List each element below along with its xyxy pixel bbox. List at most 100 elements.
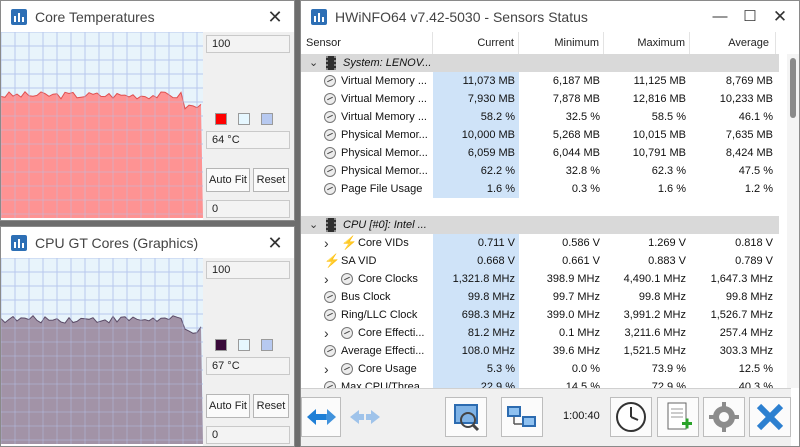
- sensor-label: Bus Clock: [341, 291, 391, 303]
- reset-button[interactable]: Reset: [253, 394, 289, 418]
- close-icon[interactable]: ✕: [264, 232, 286, 254]
- network-button[interactable]: [501, 397, 543, 437]
- sensor-label: Physical Memor...: [341, 147, 428, 159]
- sensors-titlebar[interactable]: HWiNFO64 v7.42-5030 - Sensors Status — ☐…: [301, 1, 799, 32]
- sensor-row[interactable]: Page File Usage 1.6 % 0.3 % 1.6 % 1.2 %: [301, 180, 779, 198]
- column-header-minimum[interactable]: Minimum: [519, 32, 604, 54]
- sensor-row[interactable]: Virtual Memory ... 11,073 MB 6,187 MB 11,12…: [301, 72, 779, 90]
- sensor-max-value: 10,791 MB: [632, 147, 686, 159]
- sensor-label: Virtual Memory ...: [341, 93, 427, 105]
- vertical-scrollbar[interactable]: [787, 54, 799, 388]
- sensor-current-value: 1,321.8 MHz: [433, 270, 519, 288]
- gauge-icon: [324, 291, 336, 303]
- sensor-min-value: 6,187 MB: [552, 75, 600, 87]
- spacer-row: [301, 198, 779, 216]
- sensor-row[interactable]: Virtual Memory ... 7,930 MB 7,878 MB 12,816…: [301, 90, 779, 108]
- reset-button[interactable]: Reset: [253, 168, 289, 192]
- sensor-label: Core Usage: [358, 363, 417, 375]
- chevron-down-icon[interactable]: ⌄: [309, 54, 319, 72]
- chevron-right-icon[interactable]: ›: [324, 234, 334, 252]
- sensor-row[interactable]: › Core Effecti... 81.2 MHz 0.1 MHz 3,211.6 M…: [301, 324, 779, 342]
- sensor-group-row[interactable]: ⌄ System: LENOV...: [301, 54, 779, 72]
- hwinfo-app-icon: [311, 8, 327, 25]
- sensor-row[interactable]: Ring/LLC Clock 698.3 MHz 399.0 MHz 3,991.2 …: [301, 306, 779, 324]
- sensor-avg-value: 12.5 %: [738, 363, 773, 375]
- sensor-current-value: 7,930 MB: [433, 90, 519, 108]
- column-header-maximum[interactable]: Maximum: [604, 32, 690, 54]
- sensor-min-value: 0.661 V: [562, 255, 600, 267]
- maximize-icon[interactable]: ☐: [739, 6, 761, 28]
- graph-current-value: 67 °C: [206, 357, 290, 375]
- sensor-group-row[interactable]: ⌄ CPU [#0]: Intel ...: [301, 216, 779, 234]
- sensor-max-value: 58.5 %: [651, 111, 686, 123]
- graph-titlebar[interactable]: Core Temperatures ✕: [1, 1, 294, 32]
- gauge-icon: [324, 381, 336, 388]
- sensor-row[interactable]: Average Effecti... 108.0 MHz 39.6 MHz 1,521…: [301, 342, 779, 360]
- sensor-max-value: 1,521.5 MHz: [623, 345, 686, 357]
- sensor-avg-value: 8,424 MB: [725, 147, 773, 159]
- sensors-window-title: HWiNFO64 v7.42-5030 - Sensors Status: [335, 8, 588, 25]
- sensor-label: Physical Memor...: [341, 165, 428, 177]
- report-button[interactable]: [445, 397, 487, 437]
- expand-arrows-button[interactable]: [345, 397, 385, 437]
- close-sensors-button[interactable]: [749, 397, 791, 437]
- sensor-row[interactable]: Physical Memor... 6,059 MB 6,044 MB 10,791 …: [301, 144, 779, 162]
- graph-grid-color-swatch[interactable]: [261, 339, 273, 351]
- graph-color-swatch[interactable]: [215, 339, 227, 351]
- sensor-label: Virtual Memory ...: [341, 75, 427, 87]
- sensor-row[interactable]: Virtual Memory ... 58.2 % 32.5 % 58.5 % 46.1…: [301, 108, 779, 126]
- sensor-current-value: 0.711 V: [433, 234, 519, 252]
- graph-color-swatch[interactable]: [215, 113, 227, 125]
- chevron-down-icon[interactable]: ⌄: [309, 216, 319, 234]
- sensor-avg-value: 7,635 MB: [725, 129, 773, 141]
- close-icon[interactable]: ✕: [264, 6, 286, 28]
- gear-icon: [709, 402, 739, 432]
- chevron-right-icon[interactable]: ›: [324, 360, 334, 378]
- minimize-icon[interactable]: —: [709, 6, 731, 28]
- sensor-row[interactable]: › ⚡ Core VIDs 0.711 V 0.586 V 1.269 V 0.818 V: [301, 234, 779, 252]
- log-button[interactable]: [657, 397, 699, 437]
- sensor-current-value: 5.3 %: [433, 360, 519, 378]
- collapse-arrows-button[interactable]: [301, 397, 341, 437]
- graph-bg-color-swatch[interactable]: [238, 339, 250, 351]
- sensor-avg-value: 8,769 MB: [725, 75, 773, 87]
- auto-fit-button[interactable]: Auto Fit: [206, 394, 250, 418]
- column-header-current[interactable]: Current: [433, 32, 519, 54]
- sensor-min-value: 39.6 MHz: [552, 345, 600, 357]
- sensor-row[interactable]: Physical Memor... 10,000 MB 5,268 MB 10,015…: [301, 126, 779, 144]
- column-header-average[interactable]: Average: [690, 32, 776, 54]
- graph-grid-color-swatch[interactable]: [261, 113, 273, 125]
- sensor-max-value: 1.6 %: [657, 183, 686, 195]
- graph-bg-color-swatch[interactable]: [238, 113, 250, 125]
- scrollbar-thumb[interactable]: [790, 58, 796, 118]
- graph-min-value: 0: [206, 426, 290, 444]
- hwinfo-app-icon: [11, 8, 27, 25]
- sensor-row[interactable]: Bus Clock 99.8 MHz 99.7 MHz 99.8 MHz 99.8 MH…: [301, 288, 779, 306]
- sensor-max-value: 11,125 MB: [633, 75, 686, 87]
- close-icon[interactable]: ✕: [769, 6, 791, 28]
- sensor-label: Core VIDs: [358, 237, 409, 249]
- network-computers-icon: [507, 406, 536, 427]
- column-header-sensor[interactable]: Sensor: [301, 32, 433, 54]
- sensor-current-value: 99.8 MHz: [433, 288, 519, 306]
- sensor-avg-value: 46.1 %: [738, 111, 773, 123]
- sensors-toolbar: 1:00:40: [301, 388, 791, 446]
- settings-button[interactable]: [703, 397, 745, 437]
- sensor-current-value: 22.9 %: [433, 378, 519, 388]
- sensor-min-value: 0.1 MHz: [559, 327, 600, 339]
- sensor-row[interactable]: ⚡ SA VID 0.668 V 0.661 V 0.883 V 0.789 V: [301, 252, 779, 270]
- sensor-min-value: 0.3 %: [571, 183, 600, 195]
- bolt-icon: ⚡: [341, 235, 358, 250]
- sensor-row[interactable]: Physical Memor... 62.2 % 32.8 % 62.3 % 47.5 …: [301, 162, 779, 180]
- double-arrow-icon: [307, 409, 336, 425]
- sensor-row[interactable]: › Core Usage 5.3 % 0.0 % 73.9 % 12.5 %: [301, 360, 779, 378]
- clock-button[interactable]: [610, 397, 652, 437]
- sensor-row[interactable]: Max CPU/Threa... 22.9 % 14.5 % 72.9 % 40.3 %: [301, 378, 779, 388]
- chevron-right-icon[interactable]: ›: [324, 270, 334, 288]
- chevron-right-icon[interactable]: ›: [324, 324, 334, 342]
- sensor-row[interactable]: › Core Clocks 1,321.8 MHz 398.9 MHz 4,490.1 …: [301, 270, 779, 288]
- auto-fit-button[interactable]: Auto Fit: [206, 168, 250, 192]
- sensor-min-value: 14.5 %: [565, 381, 600, 388]
- graph-titlebar[interactable]: CPU GT Cores (Graphics) ✕: [1, 227, 294, 258]
- sensor-avg-value: 47.5 %: [738, 165, 773, 177]
